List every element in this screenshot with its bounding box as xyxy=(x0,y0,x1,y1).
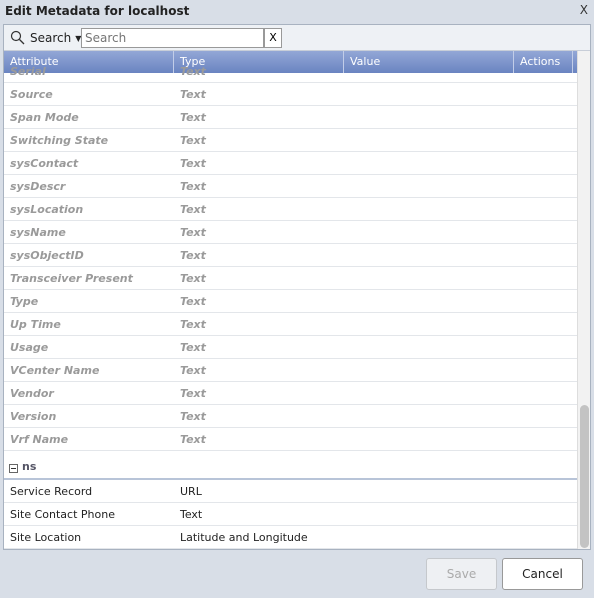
type-cell: Text xyxy=(180,340,206,354)
table-row[interactable]: Site Contact Phone Text xyxy=(4,503,578,526)
table-row[interactable]: VCenter Name Text xyxy=(4,359,578,382)
table-row[interactable]: Source Text xyxy=(4,83,578,106)
table-row[interactable]: Type Text xyxy=(4,290,578,313)
table-row[interactable]: Transceiver Present Text xyxy=(4,267,578,290)
search-icon xyxy=(10,30,25,45)
attribute-cell: Transceiver Present xyxy=(10,271,133,285)
search-label: Search xyxy=(30,31,72,45)
type-cell: Text xyxy=(180,87,206,101)
attribute-cell: Vrf Name xyxy=(10,432,69,446)
table-row[interactable]: Vrf Name Text xyxy=(4,428,578,451)
type-cell: Text xyxy=(180,507,203,521)
attribute-cell: Vendor xyxy=(10,386,54,400)
attribute-cell: sysLocation xyxy=(10,202,84,216)
type-cell: Text xyxy=(180,156,206,170)
attribute-cell: Serial xyxy=(10,64,46,78)
type-cell: Latitude and Longitude xyxy=(180,530,308,544)
table-row[interactable]: sysDescr Text xyxy=(4,175,578,198)
table-row[interactable]: Service Record URL xyxy=(4,480,578,503)
close-icon[interactable]: X xyxy=(580,3,588,17)
type-cell: Text xyxy=(180,432,206,446)
clear-search-button[interactable]: X xyxy=(264,28,282,48)
table-body: Serial Text Source Text Span Mode Text Switchi… xyxy=(4,60,578,549)
group-name: ns xyxy=(22,460,37,473)
type-cell: Text xyxy=(180,317,206,331)
scrollbar-thumb[interactable] xyxy=(580,405,589,548)
table-row[interactable]: Version Text xyxy=(4,405,578,428)
type-cell: URL xyxy=(180,484,202,498)
attribute-cell: Span Mode xyxy=(10,110,79,124)
scrollbar[interactable] xyxy=(577,51,590,549)
type-cell: Text xyxy=(180,409,206,423)
type-cell: Text xyxy=(180,294,206,308)
attribute-cell: Site Location xyxy=(10,530,82,544)
type-cell: Text xyxy=(180,386,206,400)
type-cell: Text xyxy=(180,248,206,262)
toolbar: Search ▼ X xyxy=(4,25,590,51)
attribute-cell: Source xyxy=(10,87,53,101)
collapse-icon[interactable] xyxy=(9,464,18,473)
attribute-cell: sysContact xyxy=(10,156,79,170)
attribute-cell: VCenter Name xyxy=(10,363,100,377)
attribute-cell: Version xyxy=(10,409,57,423)
table-row[interactable]: sysObjectID Text xyxy=(4,244,578,267)
table-row[interactable]: sysName Text xyxy=(4,221,578,244)
attribute-cell: Usage xyxy=(10,340,49,354)
attribute-cell: sysDescr xyxy=(10,179,66,193)
attribute-cell: sysObjectID xyxy=(10,248,84,262)
table-row[interactable]: Switching State Text xyxy=(4,129,578,152)
attribute-cell: Service Record xyxy=(10,484,93,498)
type-cell: Text xyxy=(180,202,206,216)
table-row[interactable]: Up Time Text xyxy=(4,313,578,336)
attribute-cell: sysName xyxy=(10,225,66,239)
type-cell: Text xyxy=(180,110,206,124)
save-button[interactable]: Save xyxy=(426,558,497,590)
cancel-button[interactable]: Cancel xyxy=(502,558,583,590)
attribute-cell: Switching State xyxy=(10,133,109,147)
table-row[interactable]: Usage Text xyxy=(4,336,578,359)
dialog-title: Edit Metadata for localhost xyxy=(5,4,190,18)
table-row[interactable]: sysLocation Text xyxy=(4,198,578,221)
type-cell: Text xyxy=(180,133,206,147)
type-cell: Text xyxy=(180,271,206,285)
type-cell: Text xyxy=(180,179,206,193)
table-row[interactable]: Span Mode Text xyxy=(4,106,578,129)
metadata-panel: Search ▼ X Attribute Type Value Actions … xyxy=(3,24,591,550)
search-dropdown[interactable]: Search ▼ xyxy=(10,30,81,46)
group-header-ns[interactable]: ns xyxy=(4,451,578,480)
type-cell: Text xyxy=(180,64,206,78)
table-row[interactable]: Serial Text xyxy=(4,60,578,83)
attribute-cell: Type xyxy=(10,294,39,308)
attribute-cell: Site Contact Phone xyxy=(10,507,115,521)
attribute-cell: Up Time xyxy=(10,317,61,331)
table-row[interactable]: sysContact Text xyxy=(4,152,578,175)
table-row[interactable]: Site Location Latitude and Longitude xyxy=(4,526,578,549)
type-cell: Text xyxy=(180,225,206,239)
table-row[interactable]: Vendor Text xyxy=(4,382,578,405)
search-input[interactable] xyxy=(81,28,264,48)
type-cell: Text xyxy=(180,363,206,377)
